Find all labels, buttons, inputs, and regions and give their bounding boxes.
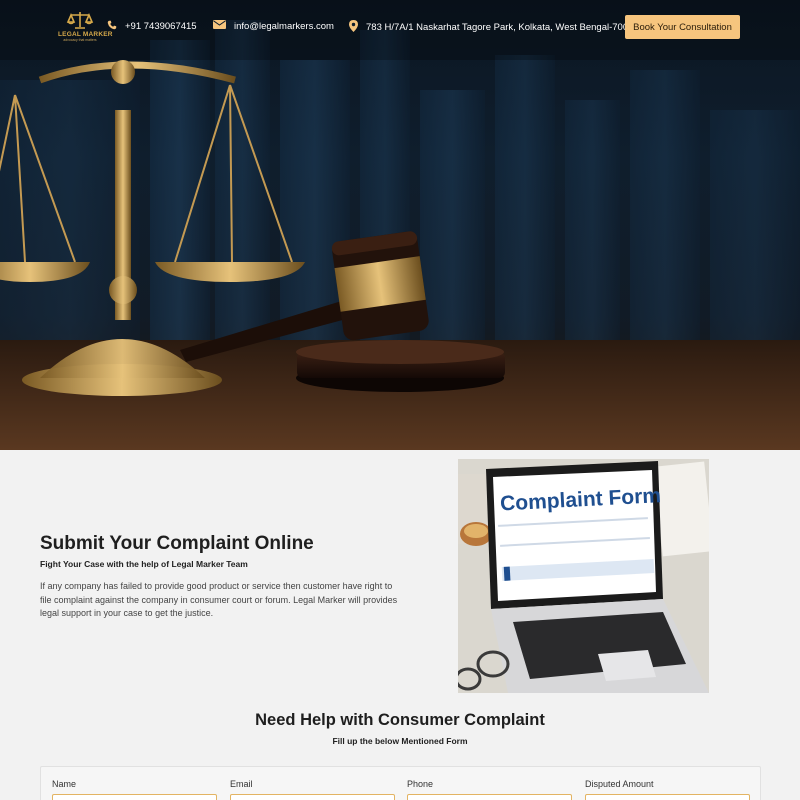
intro-subtitle: Fight Your Case with the help of Legal M… <box>40 559 248 569</box>
email-input[interactable] <box>230 794 395 800</box>
phone-input[interactable] <box>407 794 572 800</box>
disputed-amount-field-group: Disputed Amount <box>585 779 750 800</box>
complaint-form-laptop-image: Complaint Form <box>458 459 709 693</box>
intro-title: Submit Your Complaint Online <box>40 533 314 554</box>
form-title: Need Help with Consumer Complaint <box>255 711 545 729</box>
laptop-illustration: Complaint Form <box>458 459 709 693</box>
address-contact[interactable]: 783 H/7A/1 Naskarhat Tagore Park, Kolkat… <box>349 20 644 35</box>
address-text: 783 H/7A/1 Naskarhat Tagore Park, Kolkat… <box>366 22 644 33</box>
mail-icon <box>213 20 226 32</box>
name-label: Name <box>52 779 77 789</box>
hero-image-scales-gavel <box>0 0 800 450</box>
phone-field-group: Phone <box>407 779 572 800</box>
email-contact[interactable]: info@legalmarkers.com <box>213 20 334 32</box>
complaint-form: Name Email Phone Disputed Amount <box>40 766 761 800</box>
phone-number: +91 7439067415 <box>125 21 197 32</box>
email-address: info@legalmarkers.com <box>234 20 334 32</box>
location-pin-icon <box>349 20 358 35</box>
phone-contact[interactable]: +91 7439067415 <box>107 20 197 33</box>
logo-tagline: advocacy that matters <box>63 38 97 42</box>
disputed-amount-label: Disputed Amount <box>585 779 654 789</box>
email-field-group: Email <box>230 779 395 800</box>
name-field-group: Name <box>52 779 217 800</box>
scales-logo-icon <box>66 12 94 29</box>
hero-banner: LEGAL MARKER advocacy that matters +91 7… <box>0 0 800 450</box>
phone-label: Phone <box>407 779 434 789</box>
top-bar: LEGAL MARKER advocacy that matters +91 7… <box>0 0 800 55</box>
form-subtitle: Fill up the below Mentioned Form <box>332 736 468 746</box>
site-logo[interactable]: LEGAL MARKER advocacy that matters <box>58 10 113 46</box>
intro-body: If any company has failed to provide goo… <box>40 581 398 619</box>
book-consultation-button[interactable]: Book Your Consultation <box>625 15 740 39</box>
email-label: Email <box>230 779 253 789</box>
phone-icon <box>107 20 117 33</box>
logo-text: LEGAL MARKER <box>58 31 113 38</box>
name-input[interactable] <box>52 794 217 800</box>
disputed-amount-input[interactable] <box>585 794 750 800</box>
